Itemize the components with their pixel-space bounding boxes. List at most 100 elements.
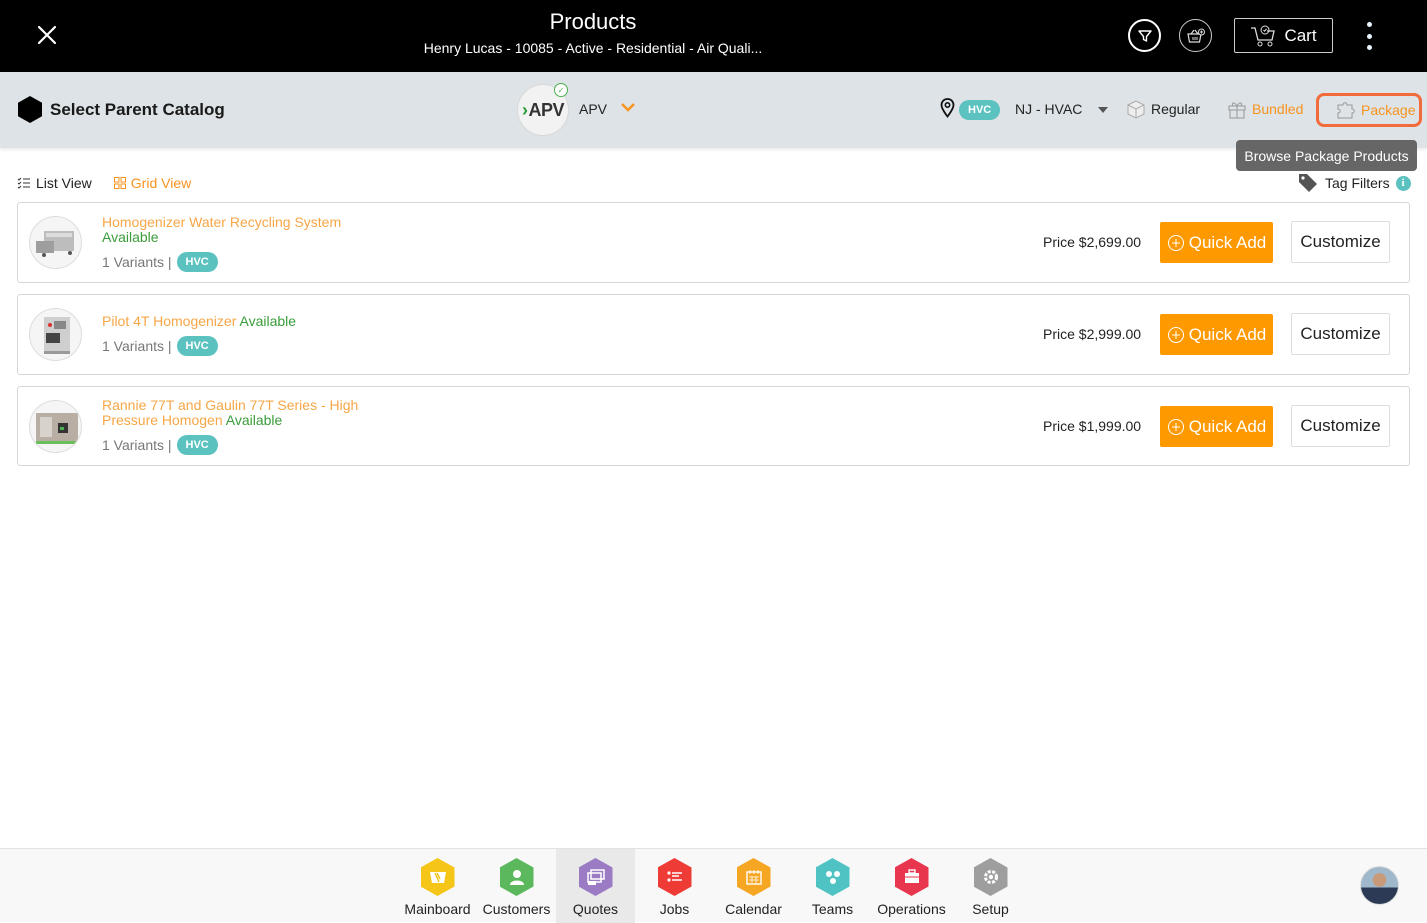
nav-label: Setup (972, 901, 1009, 917)
list-view-label: List View (36, 175, 92, 191)
check-icon: ✓ (554, 83, 568, 97)
type-regular-label: Regular (1151, 101, 1201, 117)
nav-teams[interactable]: Teams (793, 849, 872, 923)
customer-icon (499, 858, 534, 896)
dot (1366, 22, 1372, 27)
list-icon (17, 177, 30, 189)
basket-add-icon (1186, 28, 1205, 43)
cart-button[interactable]: Cart (1234, 18, 1333, 53)
mainboard-icon (420, 858, 455, 896)
plus-circle-icon (1167, 326, 1184, 343)
nav-operations[interactable]: Operations (872, 849, 951, 923)
box-icon (1127, 100, 1145, 119)
view-toggle: List View Grid View (17, 175, 213, 191)
product-card: Pilot 4T Homogenizer Available 1 Variant… (17, 294, 1410, 375)
catalog-logo-text: APV (528, 99, 564, 120)
puzzle-icon (1337, 102, 1355, 119)
product-info: Pilot 4T Homogenizer Available 1 Variant… (102, 314, 296, 356)
tag-filters-button[interactable]: Tag Filters i (1297, 172, 1411, 194)
basket-button[interactable] (1179, 19, 1212, 52)
nav-customers[interactable]: Customers (477, 849, 556, 923)
product-badge: HVC (176, 435, 218, 455)
location-pin-icon (940, 98, 955, 123)
list-view-button[interactable]: List View (17, 175, 92, 191)
calendar-icon (736, 858, 771, 896)
product-name[interactable]: Homogenizer Water Recycling System (102, 214, 341, 230)
nav-setup[interactable]: Setup (951, 849, 1030, 923)
tag-filters-label: Tag Filters (1325, 175, 1390, 191)
availability-status: Available (239, 313, 297, 329)
quick-add-label: Quick Add (1188, 324, 1267, 344)
nav-label: Operations (877, 901, 946, 917)
nav-label: Quotes (572, 901, 619, 917)
nav-quotes[interactable]: Quotes (556, 849, 635, 923)
location-dropdown-caret[interactable] (1098, 107, 1108, 113)
nav-calendar[interactable]: Calendar (714, 849, 793, 923)
nav-label: Teams (811, 901, 854, 917)
tag-icon (1299, 174, 1317, 192)
more-menu-button[interactable] (1362, 22, 1376, 50)
customize-button[interactable]: Customize (1291, 313, 1390, 355)
nav-label: Calendar (725, 901, 782, 917)
variants-row: 1 Variants | HVC (102, 252, 341, 272)
bottom-navigation: Mainboard Customers Quotes Jobs Calendar (0, 848, 1427, 923)
product-price: Price $1,999.00 (1043, 418, 1142, 434)
user-avatar[interactable] (1360, 866, 1399, 905)
operations-icon (894, 858, 929, 896)
product-info: Rannie 77T and Gaulin 77T Series - High … (102, 398, 362, 455)
type-package-label: Package (1361, 102, 1416, 118)
product-name[interactable]: Pilot 4T Homogenizer (102, 313, 236, 329)
grid-view-button[interactable]: Grid View (113, 175, 192, 191)
quick-add-button[interactable]: Quick Add (1160, 314, 1273, 355)
plus-circle-icon (1167, 418, 1184, 435)
type-package[interactable]: Package (1316, 93, 1423, 127)
location-name[interactable]: NJ - HVAC (1015, 101, 1082, 117)
grid-icon (113, 177, 126, 189)
catalog-dropdown[interactable] (620, 100, 636, 118)
variants-row: 1 Variants | HVC (102, 336, 296, 356)
quotes-icon (578, 858, 613, 896)
type-regular[interactable]: Regular (1125, 98, 1200, 120)
select-parent-catalog[interactable]: Select Parent Catalog (18, 96, 225, 123)
page-title: Products (549, 9, 637, 34)
type-bundled-label: Bundled (1252, 101, 1304, 117)
dot (1366, 45, 1372, 50)
product-price: Price $2,699.00 (1043, 234, 1142, 250)
jobs-icon (657, 858, 692, 896)
variants-count: 1 Variants | (102, 253, 172, 270)
quick-add-button[interactable]: Quick Add (1160, 222, 1273, 263)
product-image[interactable] (29, 216, 82, 269)
quick-add-button[interactable]: Quick Add (1160, 406, 1273, 447)
type-bundled[interactable]: Bundled (1226, 98, 1303, 120)
catalog-bar: Select Parent Catalog › APV ✓ APV HVC NJ … (0, 72, 1427, 148)
nav-mainboard[interactable]: Mainboard (398, 849, 477, 923)
product-badge: HVC (176, 336, 218, 356)
hexagon-icon (18, 96, 42, 123)
customize-button[interactable]: Customize (1291, 221, 1390, 263)
title-block: Products Henry Lucas - 10085 - Active - … (0, 8, 1186, 58)
location-badge: HVC (959, 100, 1001, 120)
chevron-down-icon (621, 103, 635, 112)
nav-label: Mainboard (404, 901, 471, 917)
customize-button[interactable]: Customize (1291, 405, 1390, 447)
availability-status: Available (225, 412, 283, 428)
page-subtitle: Henry Lucas - 10085 - Active - Residenti… (423, 40, 763, 56)
grid-view-label: Grid View (130, 175, 192, 191)
top-header: Products Henry Lucas - 10085 - Active - … (0, 0, 1427, 72)
nav-label: Customers (482, 901, 551, 917)
product-card: Rannie 77T and Gaulin 77T Series - High … (17, 386, 1410, 466)
cart-icon (1251, 25, 1276, 46)
dot (1366, 33, 1372, 39)
package-tooltip: Browse Package Products (1236, 140, 1417, 171)
filter-button[interactable] (1128, 19, 1161, 52)
product-badge: HVC (176, 252, 218, 272)
product-card: Homogenizer Water Recycling System Avail… (17, 202, 1410, 283)
info-icon[interactable]: i (1395, 175, 1411, 191)
product-image[interactable] (29, 308, 82, 361)
cart-label: Cart (1284, 25, 1317, 45)
nav-jobs[interactable]: Jobs (635, 849, 714, 923)
product-image[interactable] (29, 400, 82, 453)
variants-count: 1 Variants | (102, 337, 172, 354)
product-info: Homogenizer Water Recycling System Avail… (102, 215, 341, 272)
nav-label: Jobs (659, 901, 690, 917)
